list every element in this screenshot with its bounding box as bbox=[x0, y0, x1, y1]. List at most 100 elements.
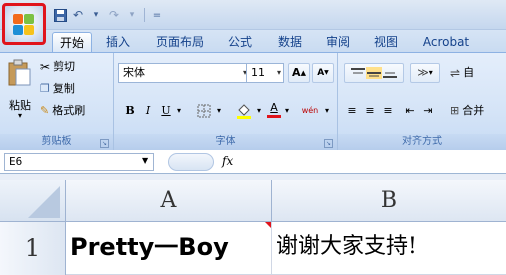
tab-data[interactable]: 数据 bbox=[272, 32, 308, 52]
underline-dropdown-icon[interactable]: ▾ bbox=[174, 101, 184, 121]
shrink-font-button[interactable]: A ▼ bbox=[312, 63, 334, 83]
font-color-label: A bbox=[270, 100, 278, 114]
align-right-icon[interactable]: ≡ bbox=[380, 101, 396, 121]
align-top-icon[interactable] bbox=[350, 67, 366, 79]
align-left-icon[interactable]: ≡ bbox=[344, 101, 360, 121]
alignment-group-label: 对齐方式 bbox=[338, 134, 506, 150]
copy-label: 复制 bbox=[52, 82, 75, 95]
format-painter-label: 格式刷 bbox=[52, 104, 86, 117]
clipboard-launcher-icon[interactable]: ↘ bbox=[100, 139, 109, 148]
quick-access-toolbar: ↶ ▾ ↷ ▾ = bbox=[52, 6, 165, 24]
cut-button[interactable]: ✂ 剪切 bbox=[40, 57, 75, 77]
row-header-1[interactable]: 1 bbox=[0, 222, 66, 275]
comment-indicator-icon bbox=[265, 222, 271, 228]
paste-dropdown-icon: ▾ bbox=[17, 111, 22, 120]
font-color-button[interactable]: A bbox=[266, 99, 282, 119]
shrink-font-label: A bbox=[317, 68, 325, 78]
excel-window: ↶ ▾ ↷ ▾ = 开始 插入 页面布局 公式 数据 审阅 视图 Acrobat bbox=[0, 0, 506, 275]
tab-formulas[interactable]: 公式 bbox=[222, 32, 258, 52]
grow-font-button[interactable]: A ▲ bbox=[288, 63, 310, 83]
tab-insert[interactable]: 插入 bbox=[98, 32, 138, 52]
decrease-indent-icon[interactable]: ⇤ bbox=[402, 101, 418, 121]
tab-review[interactable]: 审阅 bbox=[320, 32, 356, 52]
redo-icon[interactable]: ↷ bbox=[106, 7, 122, 23]
font-group: 宋体 ▾ 11 ▾ A ▲ A ▼ B I U ▾ ▾ ▾ A ▾ wén ▾ … bbox=[114, 53, 338, 151]
orientation-button[interactable]: ≫ ▾ bbox=[410, 63, 440, 83]
name-box-dropdown-icon[interactable]: ▼ bbox=[142, 156, 148, 165]
select-all-corner[interactable] bbox=[0, 180, 66, 222]
tab-acrobat[interactable]: Acrobat bbox=[418, 32, 474, 52]
merge-center-label: 合并 bbox=[462, 104, 485, 117]
tab-home[interactable]: 开始 bbox=[52, 32, 92, 52]
borders-icon bbox=[197, 104, 211, 118]
clipboard-group-label: 剪贴板 bbox=[0, 134, 113, 150]
alignment-group: ≫ ▾ ⇌ 自 ≡ ≡ ≡ ⇤ ⇥ ⊞ 合并 对齐方式 bbox=[338, 53, 506, 151]
brush-icon: ✎ bbox=[40, 104, 50, 117]
align-middle-icon[interactable] bbox=[366, 67, 382, 79]
grow-font-icon: ▲ bbox=[300, 69, 306, 77]
tab-page-layout[interactable]: 页面布局 bbox=[148, 32, 212, 52]
ribbon: 粘贴 ▾ ✂ 剪切 ❐ 复制 ✎ 格式刷 剪贴板 ↘ 宋体 ▾ 11 ▾ A ▲… bbox=[0, 52, 506, 151]
customize-qat-icon[interactable]: = bbox=[149, 7, 165, 23]
grow-font-label: A bbox=[292, 66, 301, 79]
font-color-swatch bbox=[267, 114, 281, 118]
scissors-icon: ✂ bbox=[40, 60, 51, 74]
wrap-text-button[interactable]: ⇌ 自 bbox=[450, 63, 506, 83]
merge-center-button[interactable]: ⊞ 合并 bbox=[450, 101, 506, 121]
font-group-label: 字体 bbox=[114, 134, 337, 150]
font-size-dropdown-icon[interactable]: ▾ bbox=[277, 64, 281, 82]
cut-label: 剪切 bbox=[53, 60, 76, 73]
title-bar: ↶ ▾ ↷ ▾ = bbox=[0, 0, 506, 30]
font-launcher-icon[interactable]: ↘ bbox=[324, 139, 333, 148]
merge-cells-icon: ⊞ bbox=[450, 104, 460, 117]
italic-button[interactable]: I bbox=[140, 101, 156, 121]
increase-indent-icon[interactable]: ⇥ bbox=[420, 101, 436, 121]
format-painter-button[interactable]: ✎ 格式刷 bbox=[40, 101, 85, 121]
borders-dropdown-icon[interactable]: ▾ bbox=[214, 101, 224, 121]
qat-separator bbox=[144, 8, 145, 22]
copy-button[interactable]: ❐ 复制 bbox=[40, 79, 75, 99]
formula-cancel-enter-buttons[interactable] bbox=[168, 153, 214, 171]
underline-button[interactable]: U bbox=[158, 101, 174, 121]
formula-bar: E6 ▼ fx bbox=[0, 150, 506, 174]
paste-button[interactable]: 粘贴 ▾ bbox=[4, 57, 36, 127]
font-color-dropdown-icon[interactable]: ▾ bbox=[282, 101, 292, 121]
phonetic-button[interactable]: wén bbox=[298, 101, 322, 121]
save-icon[interactable] bbox=[52, 7, 68, 23]
copy-icon: ❐ bbox=[40, 82, 50, 95]
font-name-combo[interactable]: 宋体 ▾ bbox=[118, 63, 250, 83]
office-logo-icon bbox=[13, 14, 35, 36]
fill-color-button[interactable] bbox=[234, 101, 254, 121]
borders-button[interactable] bbox=[194, 101, 214, 121]
office-button[interactable] bbox=[2, 3, 46, 45]
tab-view[interactable]: 视图 bbox=[368, 32, 404, 52]
fill-color-dropdown-icon[interactable]: ▾ bbox=[254, 101, 264, 121]
font-size-value: 11 bbox=[251, 66, 265, 79]
shrink-font-icon: ▼ bbox=[324, 69, 329, 76]
undo-icon[interactable]: ↶ bbox=[70, 7, 86, 23]
bold-button[interactable]: B bbox=[122, 101, 138, 121]
column-header-b[interactable]: B bbox=[272, 180, 506, 222]
ribbon-tab-strip: 开始 插入 页面布局 公式 数据 审阅 视图 Acrobat bbox=[0, 30, 506, 52]
clipboard-group: 粘贴 ▾ ✂ 剪切 ❐ 复制 ✎ 格式刷 剪贴板 ↘ bbox=[0, 53, 114, 151]
paint-bucket-icon bbox=[237, 104, 251, 119]
column-header-a[interactable]: A bbox=[66, 180, 272, 222]
phonetic-dropdown-icon[interactable]: ▾ bbox=[322, 101, 332, 121]
vertical-align-buttons bbox=[344, 63, 404, 83]
font-size-combo[interactable]: 11 ▾ bbox=[246, 63, 284, 83]
select-all-triangle-icon bbox=[28, 186, 60, 218]
name-box[interactable]: E6 bbox=[4, 153, 154, 171]
wrap-text-label: 自 bbox=[463, 66, 475, 79]
redo-dropdown-icon[interactable]: ▾ bbox=[124, 7, 140, 23]
cell-b1[interactable]: 谢谢大家支持! bbox=[272, 222, 506, 275]
orientation-icon: ≫ bbox=[417, 66, 429, 79]
insert-function-icon[interactable]: fx bbox=[222, 154, 233, 168]
wrap-text-icon: ⇌ bbox=[450, 66, 461, 80]
font-name-value: 宋体 bbox=[123, 66, 145, 79]
align-bottom-icon[interactable] bbox=[382, 67, 398, 79]
cell-a1[interactable]: Pretty一Boy bbox=[66, 222, 272, 275]
orientation-dropdown-icon: ▾ bbox=[428, 68, 433, 77]
align-center-icon[interactable]: ≡ bbox=[362, 101, 378, 121]
paste-icon bbox=[8, 59, 31, 86]
undo-dropdown-icon[interactable]: ▾ bbox=[88, 7, 104, 23]
